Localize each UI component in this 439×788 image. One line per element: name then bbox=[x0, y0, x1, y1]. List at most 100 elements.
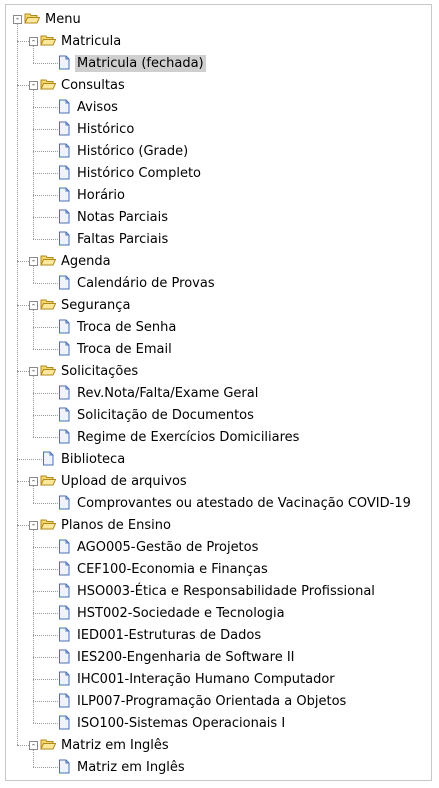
menu-label[interactable]: Regime de Exercícios Domiciliares bbox=[75, 429, 301, 446]
menu-label[interactable]: Upload de arquivos bbox=[59, 473, 189, 490]
selected-menu-label[interactable]: Matricula (fechada) bbox=[75, 54, 206, 72]
collapse-icon[interactable]: - bbox=[29, 37, 38, 46]
menu-item-comprovantes-ou-atestado-de-vacinacao-covid-19[interactable]: Comprovantes ou atestado de Vacinação CO… bbox=[75, 492, 413, 514]
menu-label[interactable]: Segurança bbox=[59, 297, 132, 314]
menu-item-hst002-sociedade-e-tecnologia[interactable]: HST002-Sociedade e Tecnologia bbox=[75, 602, 287, 624]
tree-connector bbox=[33, 569, 58, 570]
menu-label[interactable]: Horário bbox=[75, 187, 127, 204]
page-icon bbox=[58, 583, 70, 602]
tree-connector bbox=[33, 613, 58, 614]
menu-label[interactable]: HST002-Sociedade e Tecnologia bbox=[75, 605, 287, 622]
menu-folder-consultas[interactable]: Consultas bbox=[59, 74, 127, 96]
menu-item-matriz-em-ingles-page[interactable]: Matriz em Inglês bbox=[75, 756, 187, 778]
menu-item-historico-completo[interactable]: Histórico Completo bbox=[75, 162, 203, 184]
menu-label[interactable]: Planos de Ensino bbox=[59, 517, 173, 534]
menu-label[interactable]: Agenda bbox=[59, 253, 113, 270]
page-icon bbox=[58, 693, 70, 712]
page-icon bbox=[58, 121, 70, 140]
menu-item-notas-parciais[interactable]: Notas Parciais bbox=[75, 206, 170, 228]
menu-item-avisos[interactable]: Avisos bbox=[75, 96, 120, 118]
menu-label[interactable]: IED001-Estruturas de Dados bbox=[75, 627, 263, 644]
menu-label[interactable]: Comprovantes ou atestado de Vacinação CO… bbox=[75, 495, 413, 512]
menu-item-horario[interactable]: Horário bbox=[75, 184, 127, 206]
menu-label[interactable]: Calendário de Provas bbox=[75, 275, 217, 292]
menu-label[interactable]: Menu bbox=[43, 11, 83, 28]
menu-folder-agenda[interactable]: Agenda bbox=[59, 250, 113, 272]
menu-item-ago005-gestao-de-projetos[interactable]: AGO005-Gestão de Projetos bbox=[75, 536, 260, 558]
menu-label[interactable]: Histórico (Grade) bbox=[75, 143, 190, 160]
menu-label[interactable]: Rev.Nota/Falta/Exame Geral bbox=[75, 385, 260, 402]
collapse-icon[interactable]: - bbox=[29, 81, 38, 90]
menu-label[interactable]: Solicitação de Documentos bbox=[75, 407, 256, 424]
menu-folder-matricula[interactable]: Matricula bbox=[59, 30, 123, 52]
menu-label[interactable]: Avisos bbox=[75, 99, 120, 116]
page-icon bbox=[58, 55, 70, 74]
page-icon bbox=[58, 165, 70, 184]
menu-item-historico[interactable]: Histórico bbox=[75, 118, 136, 140]
menu-item-historico-grade[interactable]: Histórico (Grade) bbox=[75, 140, 190, 162]
menu-label[interactable]: Histórico bbox=[75, 121, 136, 138]
menu-folder-solicitacoes[interactable]: Solicitações bbox=[59, 360, 140, 382]
menu-label[interactable]: Notas Parciais bbox=[75, 209, 170, 226]
collapse-icon[interactable]: - bbox=[29, 741, 38, 750]
menu-item-hso003-etica-e-responsabilidade-profissional[interactable]: HSO003-Ética e Responsabilidade Profissi… bbox=[75, 580, 377, 602]
tree-connector bbox=[33, 657, 58, 658]
folder-open-icon bbox=[40, 517, 57, 535]
menu-folder-menu[interactable]: Menu bbox=[43, 8, 83, 30]
menu-folder-upload-de-arquivos[interactable]: Upload de arquivos bbox=[59, 470, 189, 492]
menu-item-regime-de-exercicios-domiciliares[interactable]: Regime de Exercícios Domiciliares bbox=[75, 426, 301, 448]
page-icon bbox=[58, 275, 70, 294]
menu-label[interactable]: Matriz em Inglês bbox=[75, 759, 187, 776]
menu-label[interactable]: ISO100-Sistemas Operacionais I bbox=[75, 715, 287, 732]
collapse-icon[interactable]: - bbox=[29, 477, 38, 486]
page-icon bbox=[58, 319, 70, 338]
tree-connector bbox=[17, 85, 29, 86]
menu-item-troca-de-senha[interactable]: Troca de Senha bbox=[75, 316, 178, 338]
collapse-icon[interactable]: - bbox=[29, 521, 38, 530]
menu-label[interactable]: ILP007-Programação Orientada a Objetos bbox=[75, 693, 348, 710]
tree-connector bbox=[33, 129, 58, 130]
menu-item-calendario-de-provas[interactable]: Calendário de Provas bbox=[75, 272, 217, 294]
menu-item-ihc001-interacao-humano-computador[interactable]: IHC001-Interação Humano Computador bbox=[75, 668, 337, 690]
tree-connector bbox=[33, 437, 58, 438]
menu-label[interactable]: IES200-Engenharia de Software II bbox=[75, 649, 297, 666]
menu-item-faltas-parciais[interactable]: Faltas Parciais bbox=[75, 228, 170, 250]
menu-folder-seguranca[interactable]: Segurança bbox=[59, 294, 132, 316]
menu-item-ied001-estruturas-de-dados[interactable]: IED001-Estruturas de Dados bbox=[75, 624, 263, 646]
tree-connector bbox=[33, 376, 34, 437]
menu-item-rev-nota-falta-exame-geral[interactable]: Rev.Nota/Falta/Exame Geral bbox=[75, 382, 260, 404]
menu-label[interactable]: Consultas bbox=[59, 77, 127, 94]
menu-label[interactable]: Troca de Senha bbox=[75, 319, 178, 336]
menu-label[interactable]: Matriz em Inglês bbox=[59, 737, 171, 754]
menu-item-iso100-sistemas-operacionais-i[interactable]: ISO100-Sistemas Operacionais I bbox=[75, 712, 287, 734]
collapse-icon[interactable]: - bbox=[13, 15, 22, 24]
menu-item-cef100-economia-e-financas[interactable]: CEF100-Economia e Finanças bbox=[75, 558, 270, 580]
folder-open-icon bbox=[40, 473, 57, 491]
tree-connector bbox=[33, 635, 58, 636]
menu-item-troca-de-email[interactable]: Troca de Email bbox=[75, 338, 174, 360]
collapse-icon[interactable]: - bbox=[29, 257, 38, 266]
menu-label[interactable]: CEF100-Economia e Finanças bbox=[75, 561, 270, 578]
menu-label[interactable]: HSO003-Ética e Responsabilidade Profissi… bbox=[75, 583, 377, 600]
menu-item-solicitacao-de-documentos[interactable]: Solicitação de Documentos bbox=[75, 404, 256, 426]
menu-folder-planos-de-ensino[interactable]: Planos de Ensino bbox=[59, 514, 173, 536]
folder-open-icon bbox=[40, 33, 57, 51]
collapse-icon[interactable]: - bbox=[29, 367, 38, 376]
menu-item-ies200-engenharia-de-software-ii[interactable]: IES200-Engenharia de Software II bbox=[75, 646, 297, 668]
tree-connector bbox=[33, 266, 34, 283]
page-icon bbox=[58, 649, 70, 668]
menu-label[interactable]: Troca de Email bbox=[75, 341, 174, 358]
menu-label[interactable]: Histórico Completo bbox=[75, 165, 203, 182]
menu-folder-matriz-em-ingles[interactable]: Matriz em Inglês bbox=[59, 734, 171, 756]
menu-label[interactable]: Matricula bbox=[59, 33, 123, 50]
menu-label[interactable]: IHC001-Interação Humano Computador bbox=[75, 671, 337, 688]
menu-label[interactable]: Solicitações bbox=[59, 363, 140, 380]
menu-item-biblioteca[interactable]: Biblioteca bbox=[59, 448, 127, 470]
menu-label[interactable]: AGO005-Gestão de Projetos bbox=[75, 539, 260, 556]
menu-label[interactable]: Faltas Parciais bbox=[75, 231, 170, 248]
menu-label[interactable]: Biblioteca bbox=[59, 451, 127, 468]
menu-item-matricula-fechada[interactable]: Matricula (fechada) bbox=[75, 52, 206, 74]
collapse-icon[interactable]: - bbox=[29, 301, 38, 310]
menu-item-ilp007-programacao-orientada-a-objetos[interactable]: ILP007-Programação Orientada a Objetos bbox=[75, 690, 348, 712]
tree-connector bbox=[33, 327, 58, 328]
